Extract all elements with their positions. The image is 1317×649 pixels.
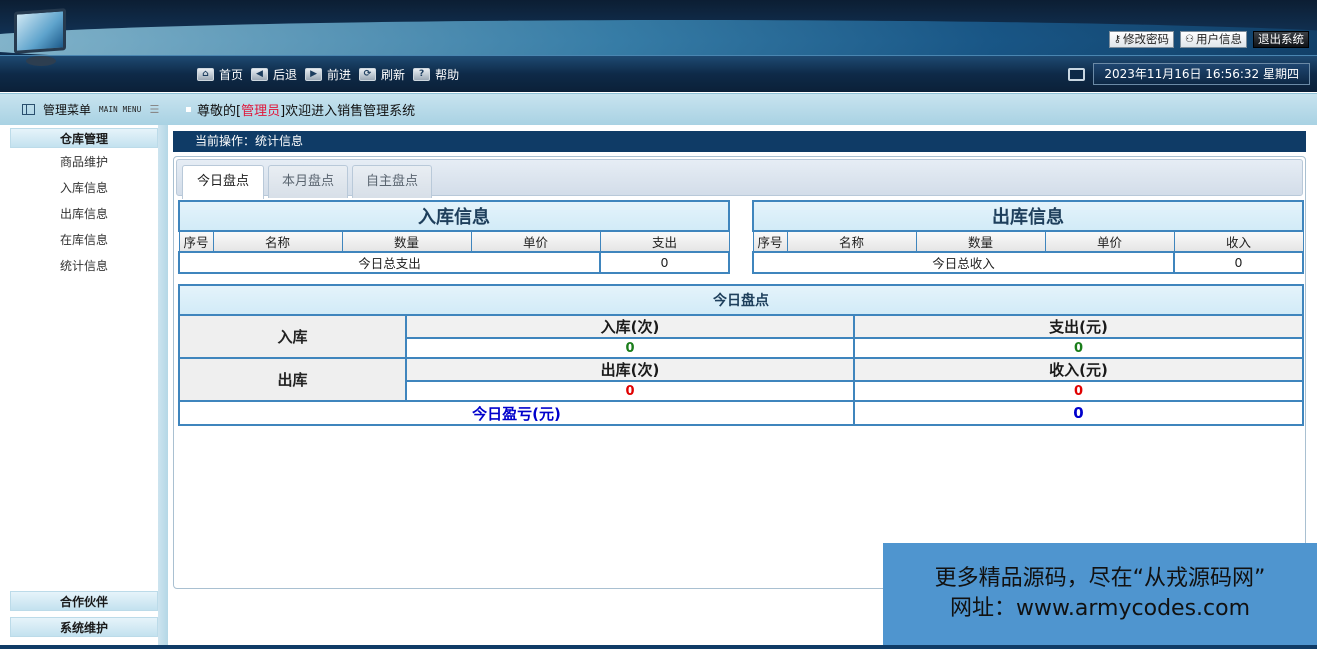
sidebar-item-inbound[interactable]: 入库信息 (10, 175, 158, 201)
watermark-line2: 网址：www.armycodes.com (949, 596, 1251, 621)
summary-title: 今日盘点 (177, 284, 1305, 316)
summary-table: 今日盘点 入库 入库(次) 支出(元) 0 0 出库 出库(次) 收入(元) 0… (177, 284, 1305, 426)
menu-toggle-icon[interactable]: ☰ (149, 103, 159, 116)
help-icon: ? (413, 67, 431, 81)
inbound-total-value: 0 (598, 251, 731, 274)
col-header: 序号 (178, 230, 214, 253)
col-header: 收入 (1173, 230, 1304, 253)
inbound-table: 入库信息 序号 名称 数量 单价 支出 今日总支出 0 (177, 200, 731, 274)
col-header: 数量 (915, 230, 1046, 253)
screen-icon (1068, 67, 1086, 81)
welcome-prefix: 尊敬的[ (197, 104, 242, 119)
section-warehouse[interactable]: 仓库管理 (10, 128, 158, 148)
app-header: ⚷ 修改密码 ⚇ 用户信息 退出系统 ⌂ 首页 ◀ 后退 ▶ 前进 ⟳ 刷新 ? (0, 0, 1317, 92)
summary-out-count-header: 出库(次) (405, 357, 855, 382)
menu-panel-icon (22, 104, 35, 115)
datetime-display: 2023年11月16日 16:56:32 星期四 (1068, 63, 1310, 85)
sidebar-item-outbound[interactable]: 出库信息 (10, 201, 158, 227)
inbound-title: 入库信息 (177, 200, 731, 232)
sidebar-subtitle: MAIN MENU (99, 105, 142, 114)
summary-in-count: 0 (405, 337, 855, 359)
nav-back[interactable]: ◀ 后退 (251, 66, 297, 83)
col-header: 数量 (341, 230, 472, 253)
sidebar-item-products[interactable]: 商品维护 (10, 149, 158, 175)
nav-refresh[interactable]: ⟳ 刷新 (359, 66, 405, 83)
watermark-line1: 更多精品源码，尽在“从戎源码网” (934, 566, 1266, 591)
welcome-bar: 尊敬的[ 管理员 ]欢迎进入销售管理系统 (172, 93, 1317, 125)
nav-forward[interactable]: ▶ 前进 (305, 66, 351, 83)
summary-in-label: 入库 (178, 314, 407, 359)
tab-month[interactable]: 本月盘点 (268, 165, 348, 198)
col-header: 名称 (212, 230, 343, 253)
inbound-total-label: 今日总支出 (178, 251, 601, 274)
top-links: ⚷ 修改密码 ⚇ 用户信息 退出系统 (1108, 31, 1309, 49)
summary-out-count: 0 (405, 380, 855, 402)
col-header: 名称 (786, 230, 917, 253)
logout-button[interactable]: 退出系统 (1253, 31, 1309, 48)
monitor-logo-icon (8, 6, 78, 72)
datetime-text: 2023年11月16日 16:56:32 星期四 (1093, 63, 1310, 85)
user-info-button[interactable]: ⚇ 用户信息 (1180, 31, 1247, 48)
summary-income: 0 (852, 380, 1305, 402)
sidebar-title: 管理菜单 (43, 103, 92, 117)
outbound-total-value: 0 (1172, 251, 1305, 274)
nav-toolbar: ⌂ 首页 ◀ 后退 ▶ 前进 ⟳ 刷新 ? 帮助 (197, 66, 461, 82)
summary-profit: 0 (852, 400, 1305, 426)
back-arrow-icon: ◀ (251, 67, 269, 81)
sidebar-strip (158, 125, 168, 649)
tab-today[interactable]: 今日盘点 (182, 165, 264, 199)
summary-income-header: 收入(元) (852, 357, 1305, 382)
bullet-icon (186, 107, 191, 112)
col-header: 序号 (752, 230, 788, 253)
change-password-button[interactable]: ⚷ 修改密码 (1108, 31, 1175, 48)
summary-expense-header: 支出(元) (852, 314, 1305, 339)
current-operation: 当前操作：统计信息 (173, 131, 1306, 152)
col-header: 单价 (1044, 230, 1175, 253)
section-partners[interactable]: 合作伙伴 (10, 591, 158, 611)
welcome-suffix: ]欢迎进入销售管理系统 (280, 104, 416, 119)
user-icon: ⚇ (1185, 34, 1194, 45)
col-header: 支出 (599, 230, 730, 253)
key-icon: ⚷ (1113, 34, 1122, 45)
bottom-border (0, 645, 1317, 649)
col-header: 单价 (470, 230, 601, 253)
forward-arrow-icon: ▶ (305, 67, 323, 81)
tab-bar: 今日盘点 本月盘点 自主盘点 (176, 159, 1303, 199)
outbound-total-label: 今日总收入 (752, 251, 1175, 274)
home-icon: ⌂ (197, 67, 214, 81)
summary-in-count-header: 入库(次) (405, 314, 855, 339)
summary-out-label: 出库 (178, 357, 407, 402)
sidebar-header: 管理菜单 MAIN MENU ☰ (0, 93, 172, 125)
nav-home[interactable]: ⌂ 首页 (197, 66, 243, 83)
summary-profit-label: 今日盈亏(元) (178, 400, 855, 426)
refresh-icon: ⟳ (359, 67, 377, 81)
outbound-table: 出库信息 序号 名称 数量 单价 收入 今日总收入 0 (751, 200, 1305, 274)
outbound-title: 出库信息 (751, 200, 1305, 232)
section-system[interactable]: 系统维护 (10, 617, 158, 637)
summary-expense: 0 (852, 337, 1305, 359)
nav-help[interactable]: ? 帮助 (413, 66, 459, 83)
welcome-role: 管理员 (241, 104, 281, 119)
sidebar-item-stock[interactable]: 在库信息 (10, 227, 158, 253)
watermark-banner: 更多精品源码，尽在“从戎源码网” 网址：www.armycodes.com (883, 543, 1317, 649)
sidebar-item-statistics[interactable]: 统计信息 (10, 253, 158, 279)
tab-custom[interactable]: 自主盘点 (352, 165, 432, 198)
